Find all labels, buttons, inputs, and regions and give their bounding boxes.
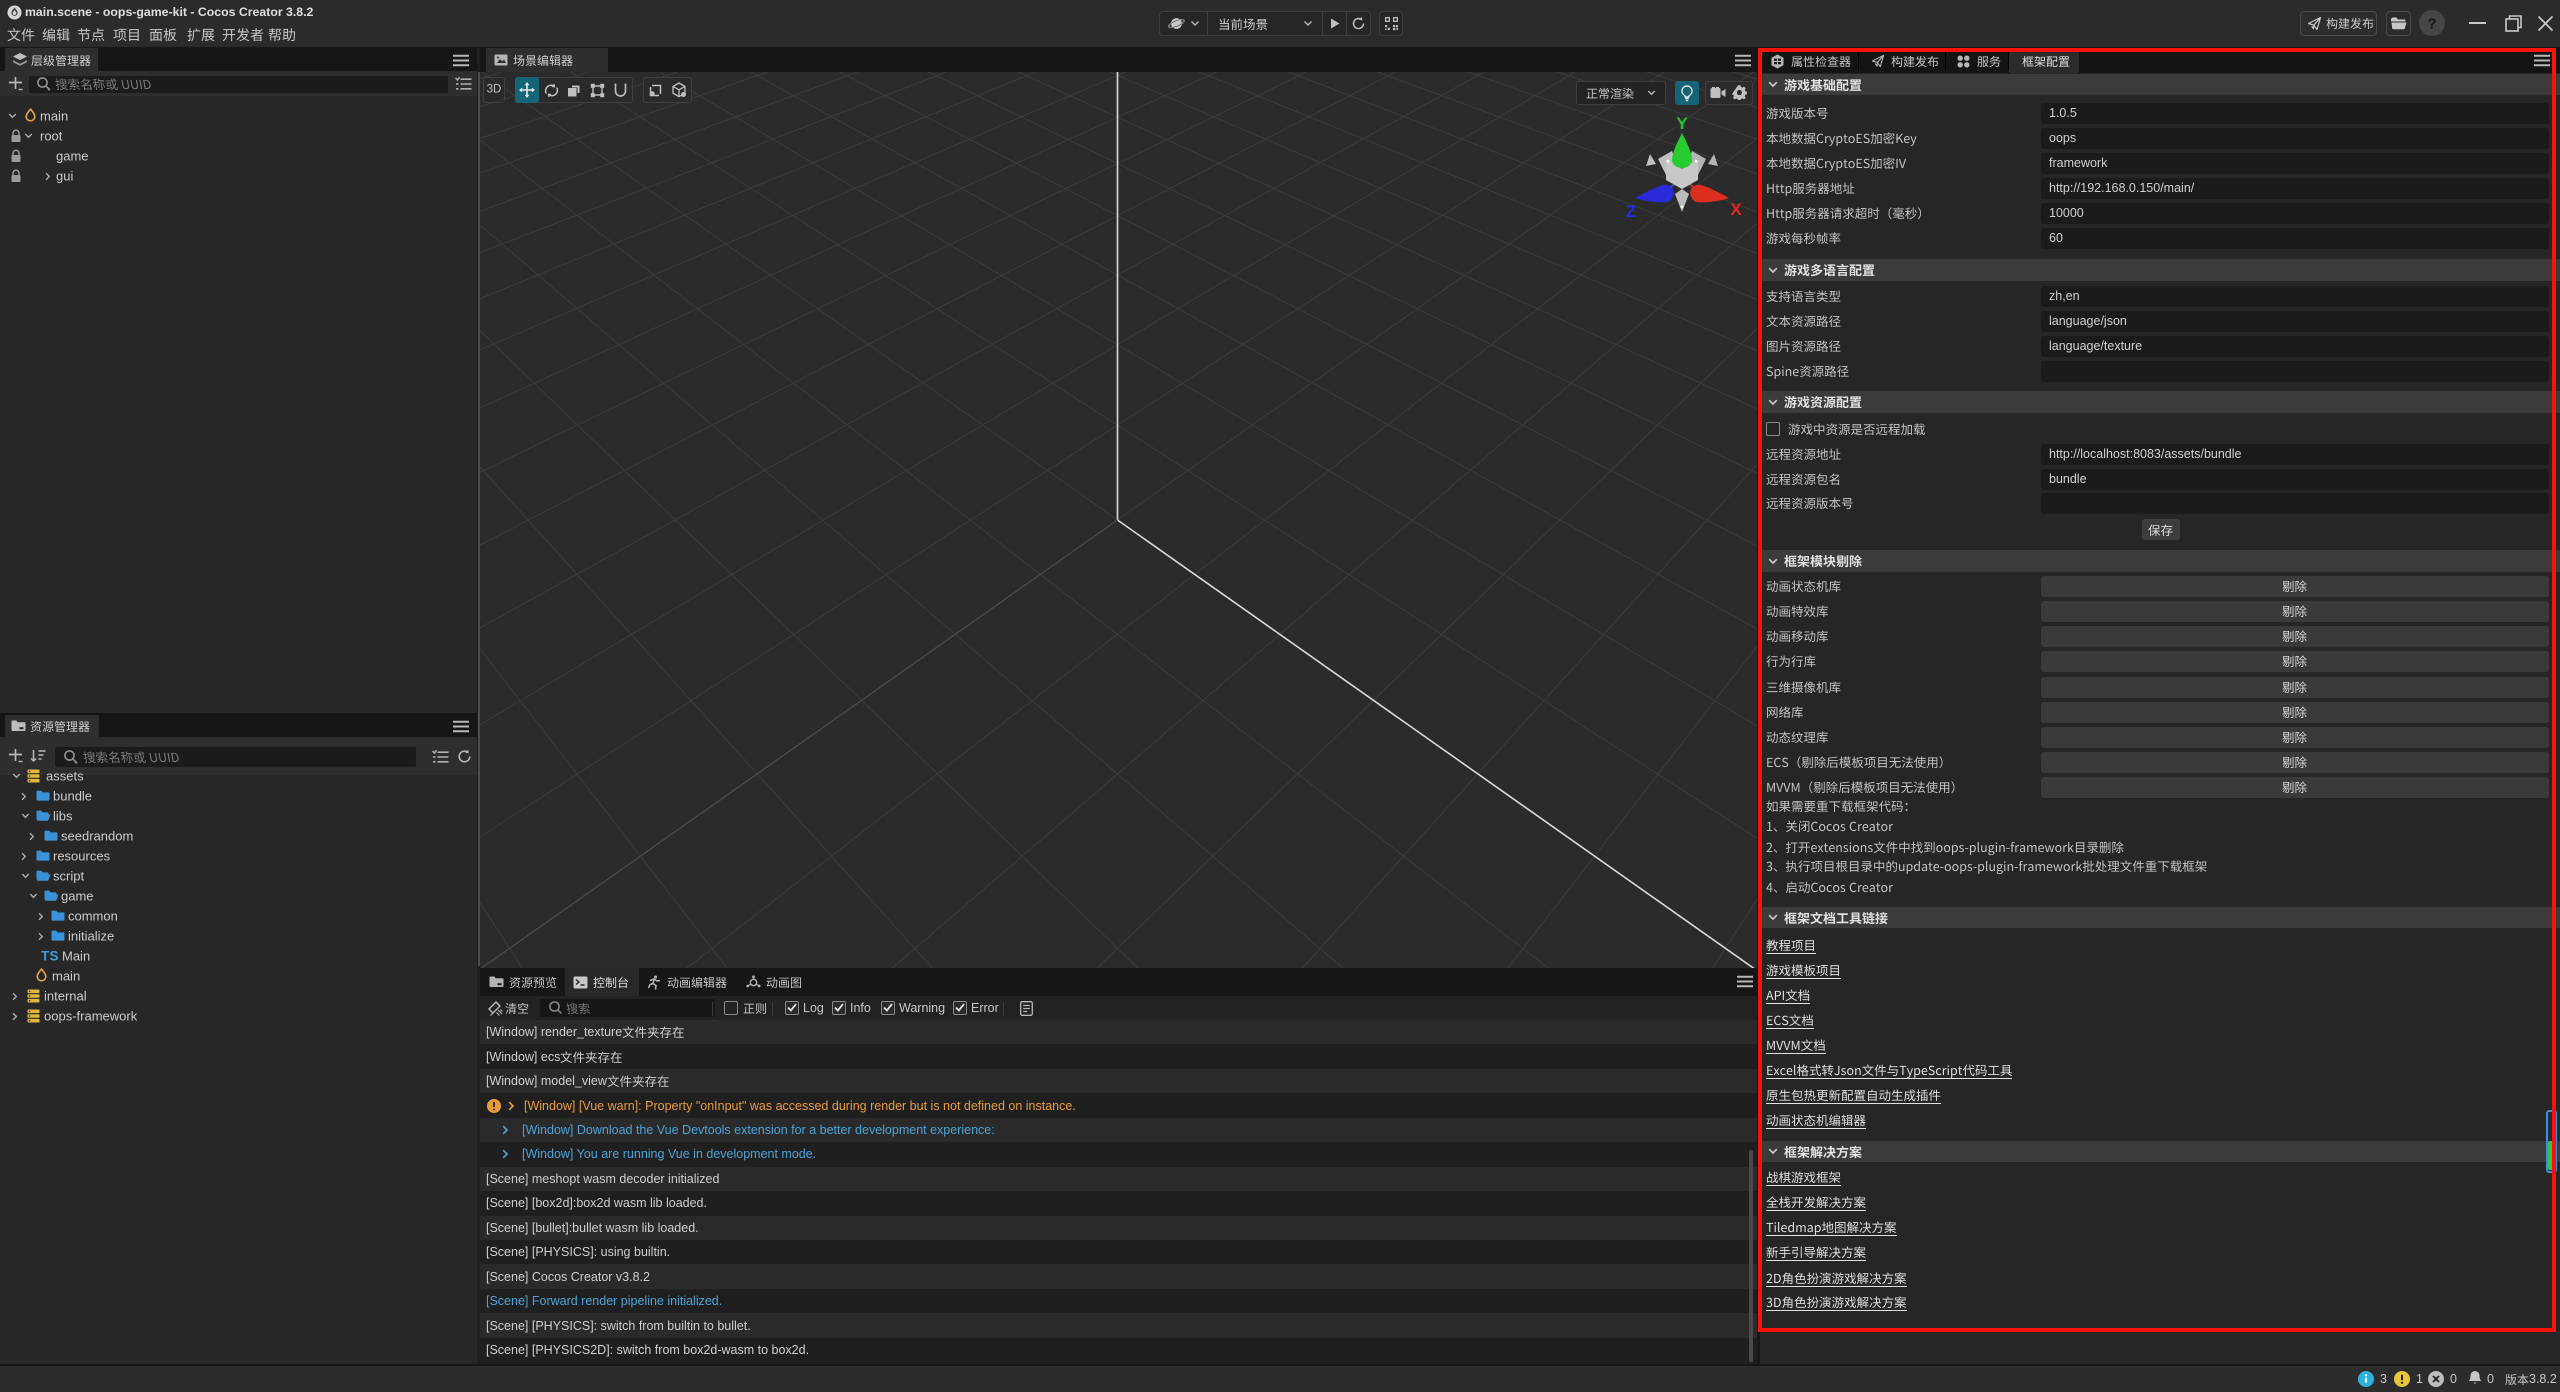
svg-text:Y: Y (1676, 115, 1688, 133)
svg-text:X: X (1730, 200, 1742, 219)
svg-text:Z: Z (1626, 202, 1636, 221)
